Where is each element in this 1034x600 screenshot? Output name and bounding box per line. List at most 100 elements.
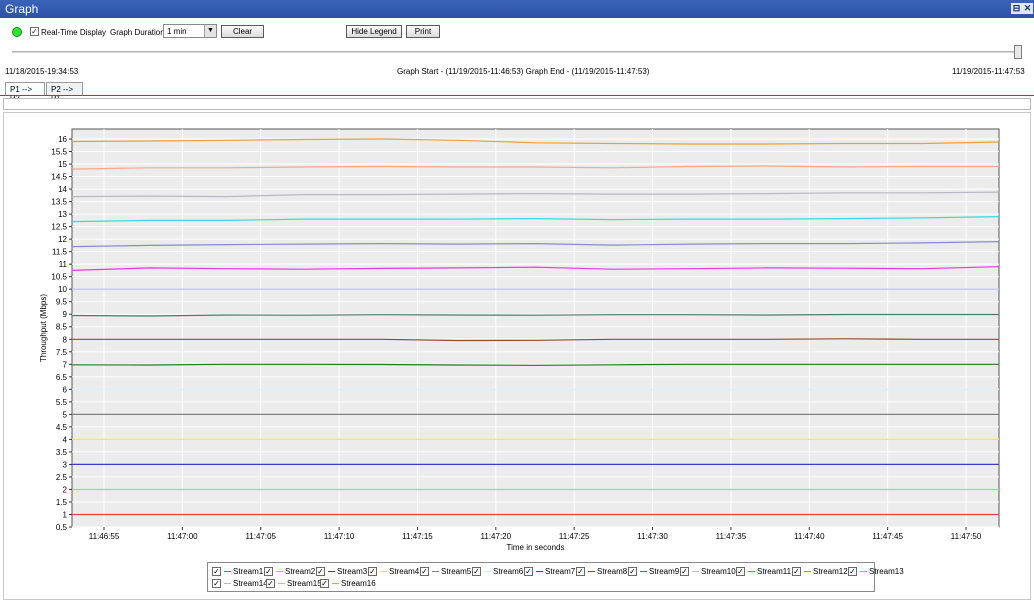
legend-label: Stream12 (813, 567, 848, 576)
time-slider-thumb[interactable] (1014, 45, 1022, 59)
y-tick-label: 3 (63, 460, 68, 469)
legend-item-stream8[interactable]: ✓ Stream8 (576, 566, 628, 578)
graph-duration-label: Graph Duration (110, 28, 165, 37)
legend-label: Stream16 (341, 579, 376, 588)
legend-checkbox[interactable]: ✓ (264, 567, 273, 576)
legend-item-stream2[interactable]: ✓ Stream2 (264, 566, 316, 578)
legend-checkbox[interactable]: ✓ (316, 567, 325, 576)
legend-swatch (860, 571, 867, 572)
graph-duration-value: 1 min (167, 27, 187, 36)
legend-item-stream1[interactable]: ✓ Stream1 (212, 566, 264, 578)
filter-input[interactable] (3, 98, 1031, 110)
window-titlebar: Graph ⊟ ✕ (0, 0, 1034, 18)
legend-label: Stream8 (597, 567, 628, 576)
y-tick-label: 10.5 (51, 273, 67, 282)
close-icon[interactable]: ✕ (1022, 3, 1033, 14)
legend-swatch (640, 571, 647, 572)
legend-item-stream15[interactable]: ✓ Stream15 (266, 578, 322, 590)
graph-range-label: Graph Start - (11/19/2015-11:46:53) Grap… (397, 67, 650, 76)
legend-checkbox[interactable]: ✓ (792, 567, 801, 576)
legend-item-stream16[interactable]: ✓ Stream16 (320, 578, 376, 590)
hide-legend-button[interactable]: Hide Legend (346, 25, 402, 38)
legend-checkbox[interactable]: ✓ (848, 567, 857, 576)
legend-label: Stream1 (233, 567, 264, 576)
status-indicator-icon (12, 27, 22, 37)
legend-item-stream5[interactable]: ✓ Stream5 (420, 566, 472, 578)
legend-swatch (692, 571, 699, 572)
x-tick-label: 11:47:15 (402, 532, 433, 541)
pin-icon[interactable]: ⊟ (1011, 3, 1022, 14)
graph-duration-select[interactable]: 1 min ▼ (163, 24, 217, 38)
legend-swatch (328, 571, 335, 572)
chevron-down-icon[interactable]: ▼ (204, 25, 216, 37)
y-tick-label: 2 (63, 485, 68, 494)
legend-item-stream11[interactable]: ✓ Stream11 (736, 566, 792, 578)
legend-checkbox[interactable]: ✓ (524, 567, 533, 576)
legend-checkbox[interactable]: ✓ (212, 579, 221, 588)
toolbar (0, 18, 1034, 66)
legend-swatch (276, 571, 283, 572)
y-tick-label: 4.5 (56, 423, 68, 432)
x-tick-label: 11:47:40 (794, 532, 825, 541)
legend-swatch (332, 583, 339, 584)
y-tick-label: 10 (58, 285, 67, 294)
legend-swatch (484, 571, 491, 572)
y-tick-label: 15.5 (51, 148, 67, 157)
legend-checkbox[interactable]: ✓ (736, 567, 745, 576)
tab-strip: P1 --> P2 P2 --> P1 (0, 82, 1034, 103)
legend-label: Stream3 (337, 567, 368, 576)
y-tick-label: 14 (58, 185, 67, 194)
legend-checkbox[interactable]: ✓ (420, 567, 429, 576)
y-tick-label: 5.5 (56, 398, 68, 407)
legend-item-stream6[interactable]: ✓ Stream6 (472, 566, 524, 578)
legend-item-stream7[interactable]: ✓ Stream7 (524, 566, 576, 578)
legend-checkbox[interactable]: ✓ (576, 567, 585, 576)
legend-item-stream3[interactable]: ✓ Stream3 (316, 566, 368, 578)
y-tick-label: 13 (58, 210, 67, 219)
y-tick-label: 0.5 (56, 523, 68, 532)
legend-label: Stream7 (545, 567, 576, 576)
legend-checkbox[interactable]: ✓ (680, 567, 689, 576)
legend-checkbox[interactable]: ✓ (212, 567, 221, 576)
tab-divider (0, 95, 1034, 96)
y-tick-label: 8 (63, 335, 68, 344)
legend-checkbox[interactable]: ✓ (628, 567, 637, 576)
tab-p2-to-p1[interactable]: P2 --> P1 (46, 82, 83, 103)
legend-checkbox[interactable]: ✓ (472, 567, 481, 576)
legend-label: Stream5 (441, 567, 472, 576)
realtime-display-checkbox[interactable]: ✓ (30, 27, 39, 36)
y-tick-label: 1 (63, 510, 68, 519)
y-tick-label: 12.5 (51, 223, 67, 232)
time-slider-track[interactable] (12, 51, 1022, 53)
y-tick-label: 12 (58, 235, 67, 244)
clear-button[interactable]: Clear (221, 25, 264, 38)
y-tick-label: 7 (63, 360, 68, 369)
chart-panel: 16 15.5 15 14.5 14 13.5 13 12.5 12 11.5 11 10.5 10 9.… (3, 112, 1031, 600)
legend-checkbox[interactable]: ✓ (320, 579, 329, 588)
x-axis-label: Time in seconds (507, 543, 565, 552)
y-tick-label: 16 (58, 135, 67, 144)
legend-label: Stream11 (757, 567, 792, 576)
tab-p1-to-p2[interactable]: P1 --> P2 (5, 82, 45, 103)
legend-checkbox[interactable]: ✓ (368, 567, 377, 576)
legend-item-stream4[interactable]: ✓ Stream4 (368, 566, 420, 578)
legend-item-stream14[interactable]: ✓ Stream14 (212, 578, 268, 590)
legend-item-stream12[interactable]: ✓ Stream12 (792, 566, 848, 578)
legend-label: Stream6 (493, 567, 524, 576)
legend-label: Stream13 (869, 567, 904, 576)
legend-item-stream9[interactable]: ✓ Stream9 (628, 566, 680, 578)
legend-swatch (804, 571, 811, 572)
y-tick-label: 3.5 (56, 448, 68, 457)
legend-item-stream13[interactable]: ✓ Stream13 (848, 566, 904, 578)
legend-item-stream10[interactable]: ✓ Stream10 (680, 566, 736, 578)
x-tick-label: 11:47:05 (245, 532, 276, 541)
legend-checkbox[interactable]: ✓ (266, 579, 275, 588)
print-button[interactable]: Print (406, 25, 440, 38)
x-tick-label: 11:47:35 (716, 532, 747, 541)
y-tick-label: 9 (63, 310, 68, 319)
legend-swatch (224, 583, 231, 584)
window-title: Graph (5, 2, 39, 16)
legend-label: Stream14 (233, 579, 268, 588)
y-tick-label: 6.5 (56, 373, 68, 382)
x-tick-label: 11:47:45 (872, 532, 903, 541)
